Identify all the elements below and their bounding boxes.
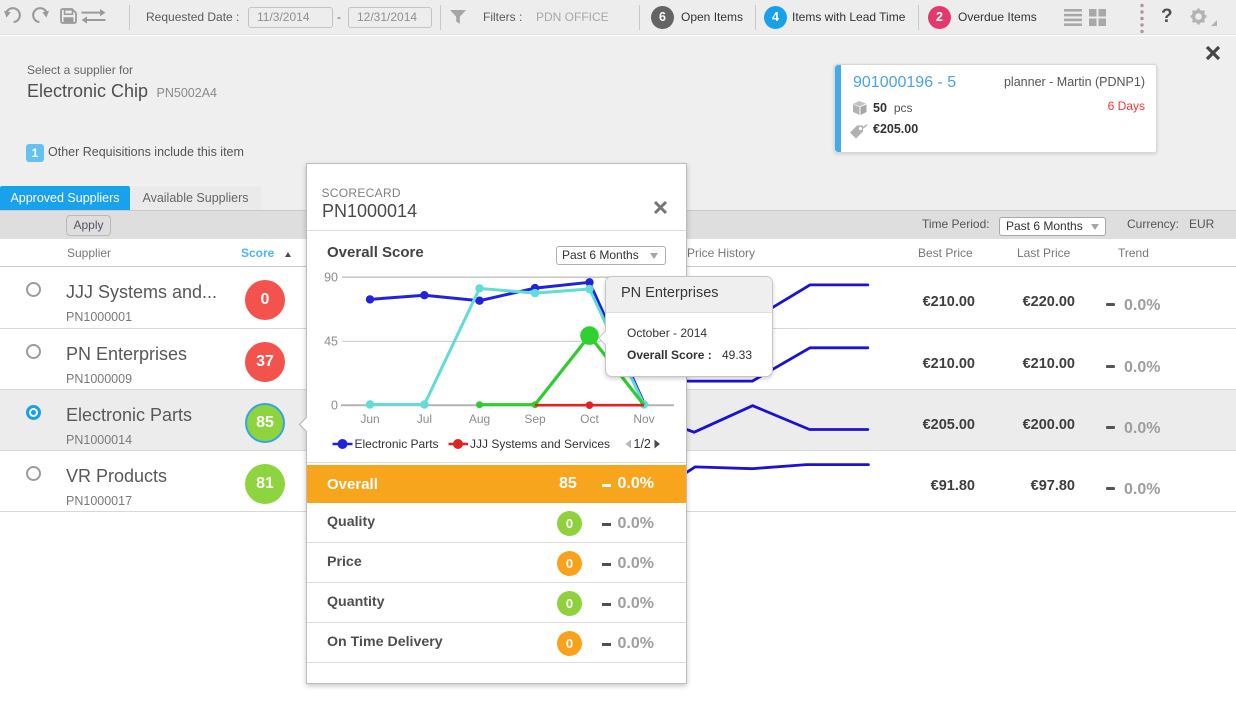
svg-text:0: 0 [331,399,338,413]
svg-text:45: 45 [324,335,338,349]
svg-text:JJJ Systems and Services: JJJ Systems and Services [470,437,610,451]
svg-text:Oct: Oct [580,412,599,426]
svg-text:Sep: Sep [524,412,546,426]
svg-text:Jul: Jul [417,412,432,426]
svg-text:Aug: Aug [469,412,490,426]
svg-text:Nov: Nov [633,412,654,426]
svg-text:Electronic Parts: Electronic Parts [355,437,439,451]
svg-text:90: 90 [324,271,338,285]
svg-text:Jun: Jun [360,412,379,426]
svg-text:1/2: 1/2 [634,437,651,451]
